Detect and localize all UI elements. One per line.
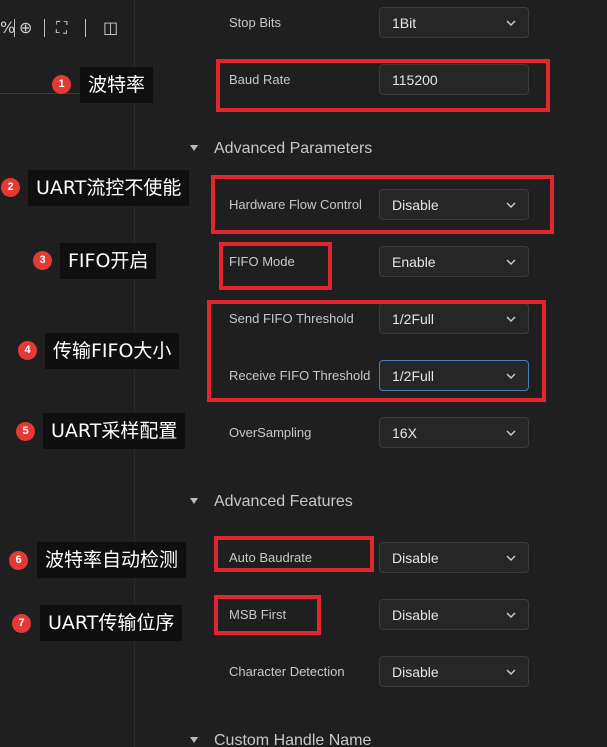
section-title: Custom Handle Name [214,732,372,747]
fifo-mode-select[interactable]: Enable [379,246,529,277]
chevron-down-icon [506,669,516,675]
character-detection-value: Disable [392,664,439,680]
fit-screen-icon[interactable]: ⛶ [56,18,67,38]
annotation-badge: 5 [16,422,35,441]
stop-bits-label: Stop Bits [229,15,282,30]
canvas-toolbar: % ⊕ ⛶ ◫ [0,0,135,58]
annotation-label: UART流控不使能 [28,170,190,206]
auto-baudrate-select[interactable]: Disable [379,542,529,573]
auto-baudrate-value: Disable [392,550,439,566]
highlight-box-flow-control [211,175,554,234]
chevron-down-icon [506,555,516,561]
chevron-down-icon [506,20,516,26]
highlight-box-msb-first [214,595,321,635]
annotation-badge: 2 [1,178,20,197]
annotation-badge: 3 [33,251,52,270]
highlight-box-baud-rate [216,59,550,112]
section-title: Advanced Parameters [214,140,373,157]
oversampling-select[interactable]: 16X [379,417,529,448]
oversampling-value: 16X [392,425,417,441]
annotation-badge: 7 [12,614,31,633]
stop-bits-value: 1Bit [392,15,417,31]
annotation-label: FIFO开启 [60,243,157,279]
character-detection-select[interactable]: Disable [379,656,529,687]
collapse-triangle-icon [190,498,198,504]
fifo-mode-value: Enable [392,254,436,270]
stop-bits-select[interactable]: 1Bit [379,7,529,38]
annotation-label: 传输FIFO大小 [45,333,180,369]
chevron-down-icon [506,612,516,618]
highlight-box-fifo-threshold [207,300,546,402]
oversampling-label: OverSampling [229,425,312,440]
annotation-badge: 6 [9,551,28,570]
toolbar-separator [14,19,15,37]
collapse-triangle-icon [190,145,198,151]
msb-first-value: Disable [392,607,439,623]
toolbar-separator [44,19,45,37]
zoom-percent: % [0,18,16,37]
zoom-in-icon[interactable]: ⊕ [19,18,32,38]
annotation-badge: 4 [18,341,37,360]
section-title: Advanced Features [214,493,353,510]
chevron-down-icon [506,430,516,436]
highlight-box-auto-baudrate [214,536,374,572]
chevron-down-icon [506,259,516,265]
msb-first-select[interactable]: Disable [379,599,529,630]
panel-toggle-icon[interactable]: ◫ [103,18,118,38]
annotation-label: 波特率自动检测 [37,542,187,578]
annotation-label: UART采样配置 [43,413,186,449]
highlight-box-fifo-mode [219,242,332,290]
annotation-badge: 1 [52,75,71,94]
annotation-label: UART传输位序 [40,605,183,641]
collapse-triangle-icon [190,737,198,743]
character-detection-label: Character Detection [229,664,345,679]
annotation-label: 波特率 [80,67,154,103]
toolbar-separator [85,19,86,37]
